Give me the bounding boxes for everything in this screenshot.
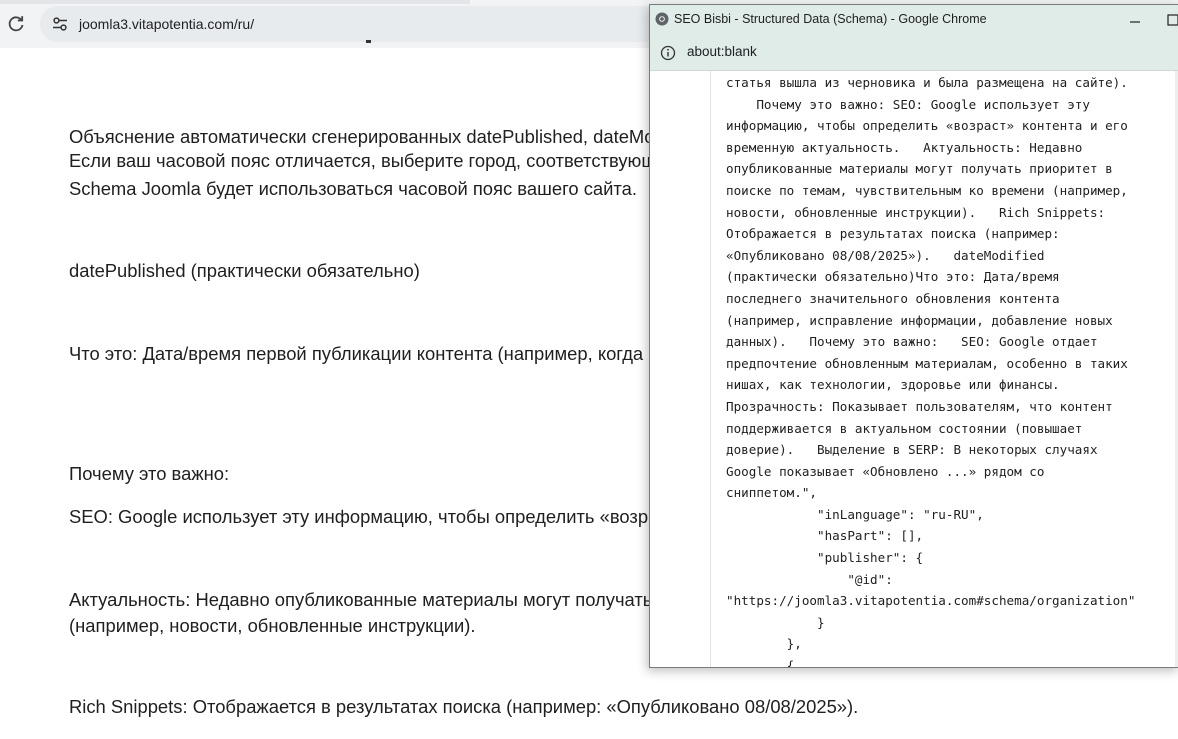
code-line: информацию, чтобы определить «возраст» к… [726, 118, 1128, 134]
code-line: (например, исправление информации, добав… [726, 312, 1113, 328]
code-line: «Опубликовано 08/08/2025»). dateModified [726, 247, 1045, 263]
code-line: "@id": [726, 571, 893, 587]
paragraph-line: Если ваш часовой пояс отличается, выбери… [69, 150, 678, 171]
code-line: (практически обязательно)Что это: Дата/в… [726, 269, 1060, 285]
tab-strip [0, 0, 470, 4]
code-line: поиске по темам, чувствительным ко време… [726, 182, 1128, 198]
code-line: сниппетом.", [726, 485, 817, 501]
paragraph-line: Почему это важно: [69, 463, 230, 484]
json-viewer[interactable]: статья вышла из черновика и была размеще… [650, 71, 1178, 668]
address-bar[interactable]: joomla3.vitapotentia.com/ru/ [40, 6, 680, 42]
paragraph-line: datePublished (практически обязательно) [69, 260, 420, 281]
code-line: нишах, как технологии, здоровье или фина… [726, 377, 1060, 393]
code-line: временную актуальность. Актуальность: Не… [726, 139, 1083, 155]
info-icon[interactable] [660, 45, 676, 61]
paragraph-line: Объяснение автоматически сгенерированных… [69, 126, 699, 147]
code-line: данных). Почему это важно: SEO: Google о… [726, 334, 1098, 350]
code-line: { [726, 658, 795, 668]
popup-window[interactable]: SEO Bisbi - Structured Data (Schema) - G… [649, 4, 1178, 668]
paragraph-line: (например, новости, обновленные инструкц… [69, 615, 476, 636]
code-line: "inLanguage": "ru-RU", [726, 506, 984, 522]
chrome-icon [655, 12, 669, 26]
maximize-icon[interactable] [1165, 11, 1178, 29]
paragraph-line: Что это: Дата/время первой публикации ко… [69, 343, 644, 364]
popup-url[interactable]: about:blank [687, 44, 757, 59]
paragraph-line: Rich Snippets: Отображается в результата… [69, 696, 859, 717]
code-line: "publisher": { [726, 550, 924, 566]
code-line: } [726, 614, 825, 630]
page-fragment [366, 40, 371, 43]
tune-icon[interactable] [52, 16, 68, 32]
code-line: "https://joomla3.vitapotentia.com#schema… [726, 593, 1136, 609]
code-line: }, [726, 636, 802, 652]
reload-icon[interactable] [6, 14, 26, 34]
code-line: "hasPart": [], [726, 528, 924, 544]
code-line: статья вышла из черновика и была размеще… [726, 75, 1128, 90]
paragraph-line: Актуальность: Недавно опубликованные мат… [69, 589, 653, 610]
line-gutter [710, 71, 711, 667]
code-line: последнего значительного обновления конт… [726, 290, 1060, 306]
code-line: Google показывает «Обновлено ...» рядом … [726, 463, 1045, 479]
paragraph-line: SEO: Google использует эту информацию, ч… [69, 506, 687, 527]
minimize-icon[interactable] [1120, 11, 1150, 29]
url-text[interactable]: joomla3.vitapotentia.com/ru/ [79, 16, 254, 32]
code-line: Отображается в результатах поиска (напри… [726, 226, 1060, 242]
code-line: доверие). Выделение в SERP: В некоторых … [726, 442, 1098, 458]
code-line: опубликованные материалы могут получать … [726, 161, 1113, 177]
code-line: поддерживается в актуальном состоянии (п… [726, 420, 1083, 436]
json-code: статья вышла из черновика и была размеще… [726, 72, 1178, 668]
paragraph-line: Schema Joomla будет использоваться часов… [69, 178, 637, 199]
code-line: Почему это важно: SEO: Google использует… [726, 96, 1090, 112]
popup-address-bar[interactable]: about:blank [650, 35, 1178, 71]
code-line: Прозрачность: Показывает пользователям, … [726, 398, 1113, 414]
popup-title: SEO Bisbi - Structured Data (Schema) - G… [674, 12, 987, 26]
code-line: новости, обновленные инструкции). Rich S… [726, 204, 1106, 220]
code-line: предпочтение обновленным материалам, осо… [726, 355, 1128, 371]
popup-titlebar[interactable]: SEO Bisbi - Structured Data (Schema) - G… [650, 5, 1178, 35]
